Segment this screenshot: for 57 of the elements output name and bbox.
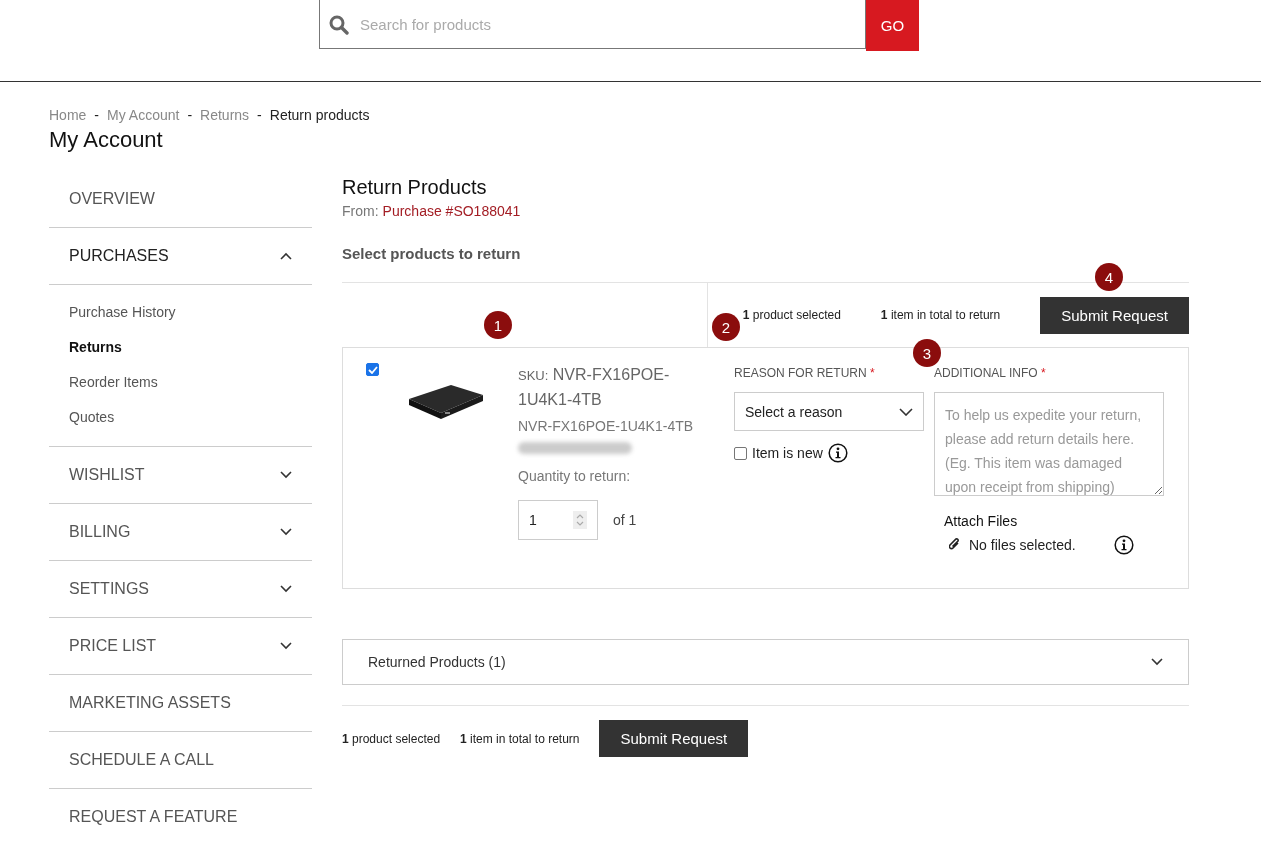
sidebar-item[interactable]: REQUEST A FEATURE [49, 789, 312, 842]
sidebar-item[interactable]: BILLING [49, 504, 312, 560]
quantity-label: Quantity to return: [518, 468, 632, 484]
paperclip-icon [949, 538, 961, 552]
sidebar-item[interactable]: PURCHASES [49, 228, 312, 285]
breadcrumb-separator: - [187, 107, 193, 123]
sidebar-subitem[interactable]: Returns [69, 330, 292, 365]
breadcrumb-current: Return products [269, 107, 370, 123]
checkbox[interactable] [366, 363, 379, 376]
sidebar-item[interactable]: MARKETING ASSETS [49, 675, 312, 731]
sidebar-subitem[interactable]: Reorder Items [69, 365, 292, 400]
sidebar-item[interactable]: SCHEDULE A CALL [49, 732, 312, 788]
quantity-total: of 1 [613, 512, 637, 528]
product-name: NVR-FX16POE-1U4K1-4TB [518, 418, 695, 434]
step-badge: 2 [712, 313, 740, 341]
returned-products-panel[interactable]: Returned Products (1) [342, 639, 1189, 685]
additional-info-label: ADDITIONAL INFO * [934, 366, 1047, 380]
sidebar-item[interactable]: WISHLIST [49, 447, 312, 503]
sidebar-subitem[interactable]: Quotes [69, 400, 292, 435]
sidebar-subitem[interactable]: Purchase History [69, 295, 292, 330]
submit-request-button[interactable]: Submit Request [599, 720, 749, 757]
selected-count-text: 1 product selected [342, 731, 441, 746]
breadcrumb-separator: - [94, 107, 100, 123]
total-count-text: 1 item in total to return [880, 308, 1001, 322]
item-is-new-label: Item is new [752, 445, 823, 461]
info-icon [1113, 535, 1134, 555]
breadcrumb-separator: - [257, 107, 262, 123]
selected-count-text: 1 product selected [742, 308, 841, 322]
breadcrumb-link[interactable]: Returns [200, 107, 250, 123]
sidebar-item[interactable]: OVERVIEW [49, 171, 312, 227]
go-button[interactable]: GO [866, 0, 919, 51]
step-badge: 1 [484, 311, 512, 339]
additional-info-field[interactable]: To help us expedite your return, please add return details here. (Eg. This item was damaged upon receipt from shipping) [934, 392, 1164, 496]
reason-label: REASON FOR RETURN * [734, 366, 876, 380]
sku-text: SKU: NVR-FX16POE-1U4K1-4TB [518, 365, 671, 410]
no-files-text: No files selected. [969, 537, 1076, 553]
purchase-link[interactable]: Purchase #SO188041 [382, 203, 521, 219]
sidebar-item[interactable]: SETTINGS [49, 561, 312, 617]
reason-select[interactable]: Select a reason [734, 392, 924, 431]
breadcrumb-link[interactable]: Home [49, 107, 87, 123]
attach-files-label: Attach Files [944, 513, 1019, 529]
info-icon [827, 443, 848, 463]
step-badge: 3 [913, 339, 941, 367]
section-title: Return Products [342, 176, 488, 199]
step-badge: 4 [1095, 263, 1123, 291]
breadcrumb-link[interactable]: My Account [107, 107, 180, 123]
submit-request-button[interactable]: Submit Request [1040, 296, 1189, 334]
from-label: From: [342, 203, 379, 219]
page-title: My Account [49, 127, 164, 153]
spinner-icon [573, 511, 587, 529]
sidebar-item[interactable]: PRICE LIST [49, 618, 312, 674]
chevron-icon [899, 407, 913, 416]
quantity-field[interactable]: 1 [518, 500, 598, 540]
returned-products-label: Returned Products (1) [368, 654, 506, 670]
search-field[interactable]: Search for products [319, 0, 866, 49]
total-count-text: 1 item in total to return [460, 731, 580, 746]
checkbox[interactable] [734, 446, 747, 460]
